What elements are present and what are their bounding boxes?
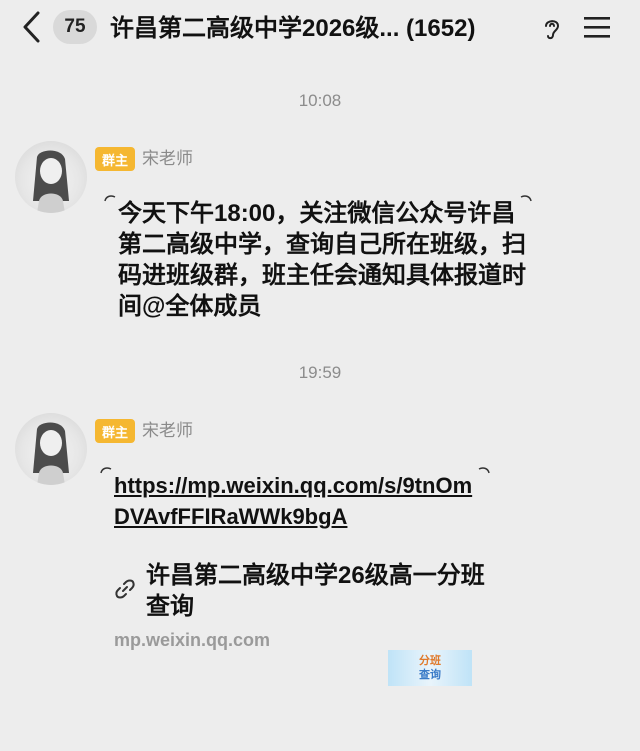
chat-header: 75 许昌第二高级中学2026级... (1652) bbox=[0, 0, 640, 58]
group-owner-tag: 群主 bbox=[95, 147, 135, 171]
link-card-title[interactable]: 许昌第二高级中学26级高一分班查询 bbox=[146, 560, 486, 622]
avatar[interactable] bbox=[15, 141, 87, 213]
unread-count-badge[interactable]: 75 bbox=[53, 10, 97, 44]
sender-name: 宋老师 bbox=[142, 149, 193, 168]
sender-name: 宋老师 bbox=[142, 421, 193, 440]
bubble-corner-mark bbox=[100, 467, 112, 474]
thumbnail-text-line1: 分班 bbox=[419, 655, 441, 667]
hamburger-menu-icon[interactable] bbox=[582, 14, 612, 40]
bubble-corner-mark bbox=[478, 467, 490, 474]
message-link[interactable]: https://mp.weixin.qq.com/s/9tnOmDVAvfFFI… bbox=[114, 470, 474, 532]
message-timestamp: 19:59 bbox=[298, 363, 342, 382]
chat-title: 许昌第二高级中学2026级... (1652) bbox=[110, 15, 476, 42]
chain-link-icon bbox=[113, 577, 137, 601]
message-timestamp: 10:08 bbox=[298, 91, 342, 110]
back-icon[interactable] bbox=[18, 10, 48, 44]
message-text: 今天下午18:00，关注微信公众号许昌第二高级中学，查询自己所在班级，扫码进班级… bbox=[118, 200, 526, 320]
avatar[interactable] bbox=[15, 413, 87, 485]
link-card-domain: mp.weixin.qq.com bbox=[114, 630, 271, 650]
thumbnail-text-line2: 查询 bbox=[419, 669, 441, 681]
link-card-thumbnail[interactable]: 分班 查询 bbox=[388, 650, 472, 686]
bubble-corner-mark bbox=[104, 195, 116, 202]
group-owner-tag: 群主 bbox=[95, 419, 135, 443]
ear-icon[interactable] bbox=[541, 16, 563, 42]
